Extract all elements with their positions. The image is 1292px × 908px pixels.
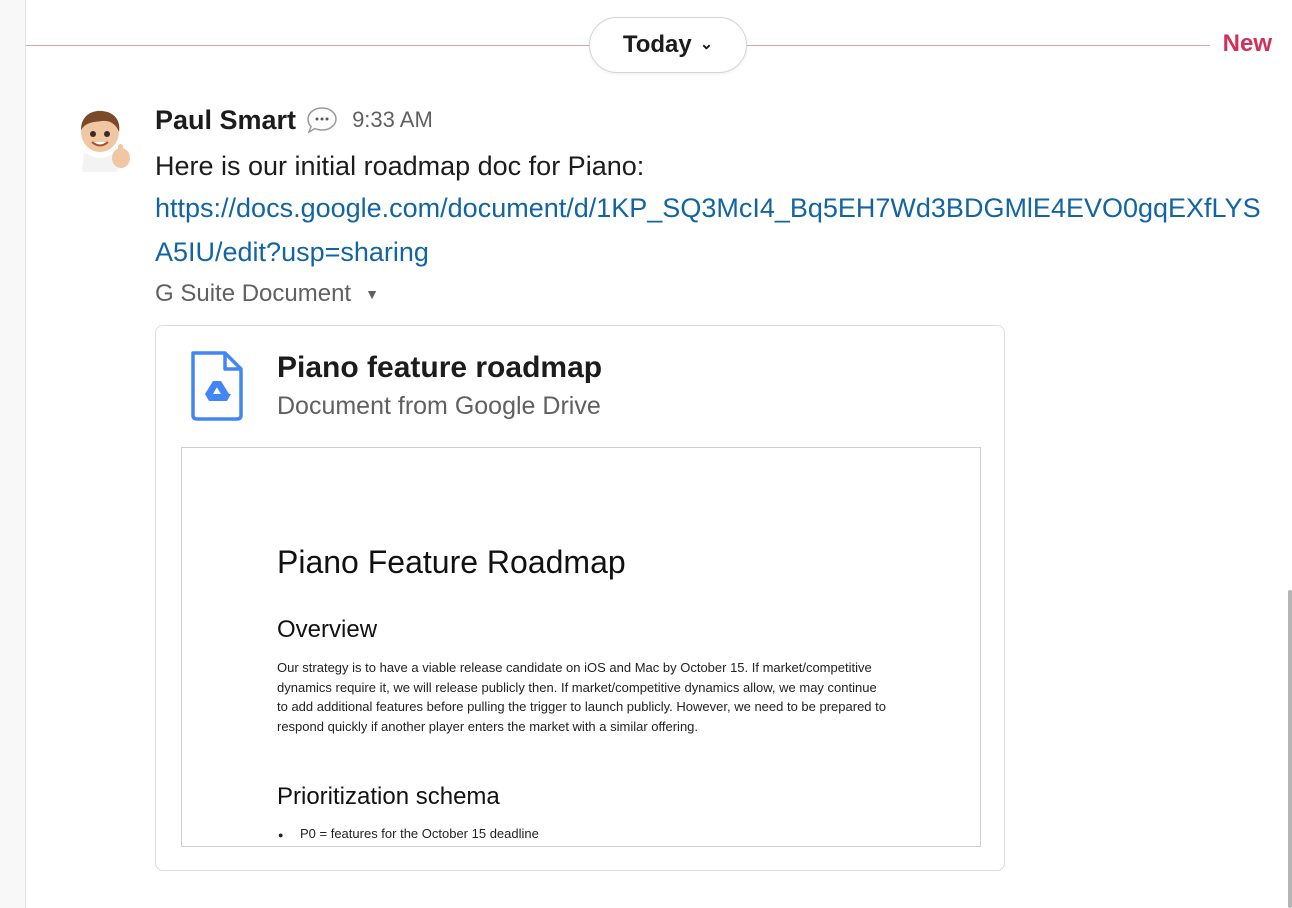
- scrollbar[interactable]: [1288, 590, 1292, 908]
- sender-name[interactable]: Paul Smart: [155, 105, 296, 136]
- preview-heading-prioritization: Prioritization schema: [277, 783, 500, 810]
- preview-heading-overview: Overview: [277, 616, 378, 643]
- day-jump-button[interactable]: Today ⌄: [589, 17, 747, 73]
- preview-bullet: P0 = features for the October 15 deadlin…: [278, 826, 539, 844]
- speech-bubble-icon: [307, 107, 337, 134]
- message-header: Paul Smart 9:33 AM: [155, 102, 433, 138]
- document-preview[interactable]: Piano Feature Roadmap Overview Our strat…: [181, 447, 981, 847]
- left-gutter: [0, 0, 26, 908]
- message-text: Here is our initial roadmap doc for Pian…: [155, 151, 645, 181]
- day-label: Today: [622, 31, 692, 58]
- attachment-toggle[interactable]: G Suite Document ▼: [155, 280, 379, 308]
- preview-title: Piano Feature Roadmap: [277, 544, 626, 580]
- avatar[interactable]: [72, 108, 132, 172]
- preview-body-text: Our strategy is to have a viable release…: [277, 660, 886, 734]
- chevron-down-icon: ⌄: [699, 36, 714, 53]
- attachment-card[interactable]: Piano feature roadmap Document from Goog…: [155, 325, 1005, 871]
- caret-down-icon: ▼: [365, 286, 379, 302]
- attachment-title[interactable]: Piano feature roadmap: [277, 351, 602, 385]
- message-timestamp[interactable]: 9:33 AM: [352, 107, 433, 133]
- attachment-subtitle: Document from Google Drive: [277, 392, 601, 420]
- attachment-label: G Suite Document: [155, 280, 352, 307]
- doc-link[interactable]: https://docs.google.com/document/d/1KP_S…: [155, 186, 1275, 274]
- google-drive-doc-icon: [191, 351, 243, 421]
- new-label: New: [1222, 30, 1272, 57]
